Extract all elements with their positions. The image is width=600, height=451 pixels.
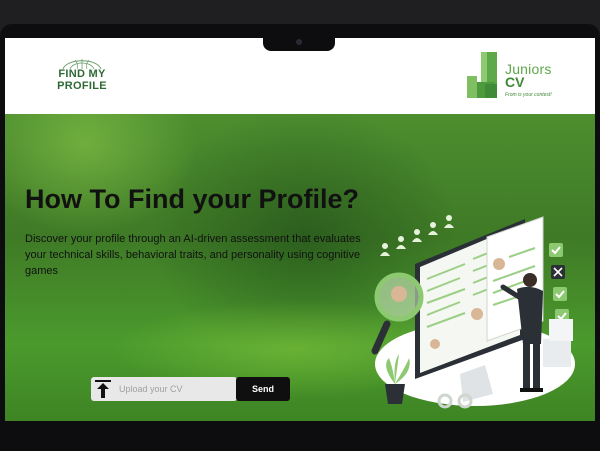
camera-notch <box>263 36 335 51</box>
cv-upload-form: Send <box>91 377 291 401</box>
juniors-cv-logo[interactable]: Juniors CV From is your contest! <box>465 52 565 104</box>
upload-arrow-icon <box>95 380 111 398</box>
hero-section: How To Find your Profile? Discover your … <box>5 114 595 421</box>
send-button[interactable]: Send <box>236 377 290 401</box>
logo-suffix: CV <box>505 74 525 90</box>
j-logo-icon <box>467 52 497 98</box>
upload-field[interactable] <box>91 377 237 401</box>
upload-cv-input[interactable] <box>113 377 235 401</box>
hero-description: Discover your profile through an AI-driv… <box>25 233 361 277</box>
avatar-icons <box>380 215 454 256</box>
hero-title: How To Find your Profile? <box>25 184 359 214</box>
logo-tagline: From is your contest! <box>505 92 552 98</box>
check-list-icons <box>549 243 569 323</box>
logo-text-line1: FIND MY <box>58 68 106 80</box>
browser-screen: FIND MY PROFILE Juniors CV From is your … <box>5 38 595 421</box>
logo-text-line2: PROFILE <box>57 80 107 92</box>
camera-icon <box>296 39 302 45</box>
profile-screening-illustration <box>371 215 575 409</box>
find-my-profile-logo[interactable]: FIND MY PROFILE <box>49 56 115 98</box>
